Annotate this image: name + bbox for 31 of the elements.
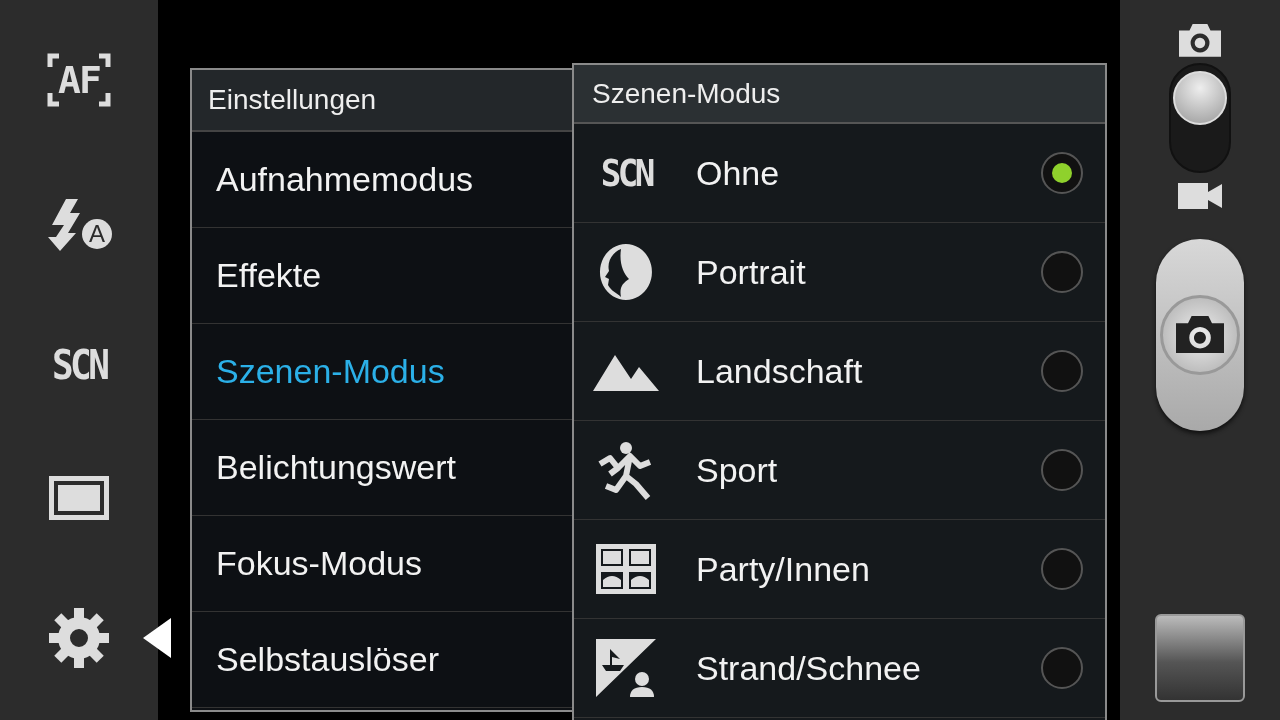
radio-button[interactable] bbox=[1041, 251, 1083, 293]
scene-mode-button[interactable]: SCN bbox=[51, 342, 107, 388]
shutter-button[interactable] bbox=[1156, 238, 1244, 431]
radio-button[interactable] bbox=[1041, 350, 1083, 392]
portrait-icon bbox=[599, 243, 653, 301]
camera-icon bbox=[1176, 316, 1224, 354]
scene-label: SCN bbox=[600, 151, 652, 195]
option-label[interactable]: Sport bbox=[678, 450, 1041, 490]
option-label[interactable]: Strand/Schnee bbox=[678, 648, 1041, 688]
windows-icon bbox=[596, 544, 656, 594]
aspect-ratio-button[interactable] bbox=[49, 476, 109, 520]
settings-icon bbox=[49, 608, 109, 668]
switch-thumb[interactable] bbox=[1173, 70, 1227, 125]
menu-title: Einstellungen bbox=[192, 70, 572, 132]
camera-icon bbox=[1179, 24, 1221, 57]
settings-button[interactable] bbox=[49, 608, 109, 668]
panel-title: Szenen-Modus bbox=[574, 65, 1105, 124]
radio-button[interactable] bbox=[1041, 647, 1083, 689]
aspect-ratio-icon bbox=[49, 476, 109, 520]
autofocus-button[interactable]: AF bbox=[47, 52, 111, 108]
flash-auto-button[interactable]: A bbox=[46, 196, 112, 254]
radio-button[interactable] bbox=[1041, 548, 1083, 590]
option-label[interactable]: Portrait bbox=[678, 252, 1041, 292]
video-camera-icon bbox=[1178, 182, 1222, 209]
option-label[interactable]: Party/Innen bbox=[678, 549, 1041, 589]
option-label[interactable]: Landschaft bbox=[678, 351, 1041, 391]
photo-thumbnail[interactable] bbox=[1155, 614, 1245, 702]
beach-icon bbox=[596, 639, 656, 697]
option-label[interactable]: Ohne bbox=[678, 153, 1041, 193]
radio-button[interactable] bbox=[1041, 152, 1083, 194]
radio-button[interactable] bbox=[1041, 449, 1083, 491]
